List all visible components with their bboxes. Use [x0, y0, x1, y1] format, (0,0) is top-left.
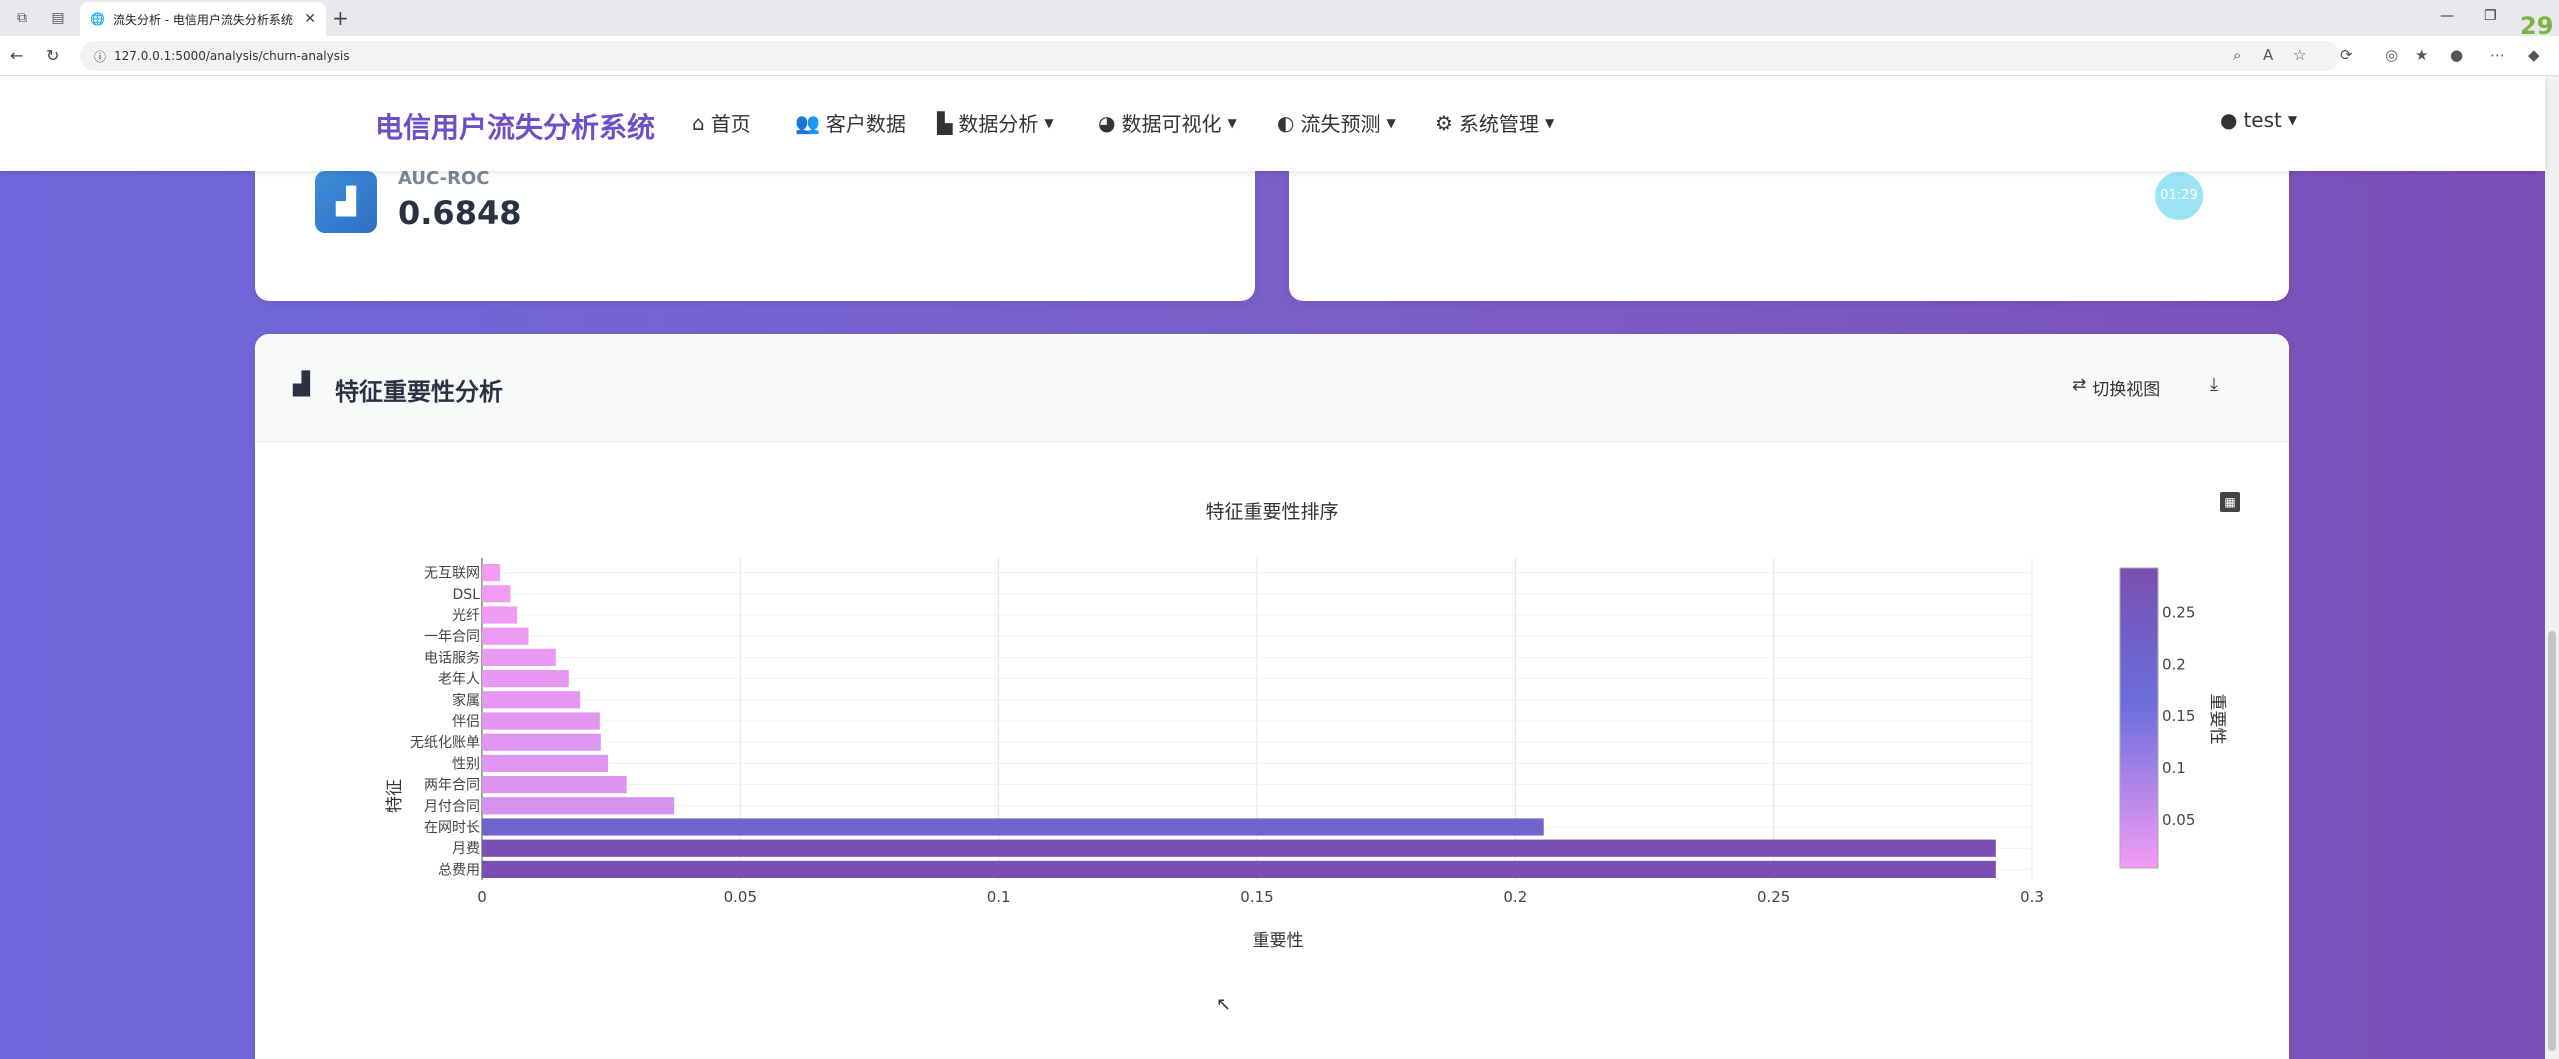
nav-analysis[interactable]: ▙ 数据分析 ▼ — [937, 108, 1054, 137]
url-field[interactable]: ⓘ 127.0.0.1:5000/analysis/churn-analysis — [80, 41, 2340, 71]
workspaces-icon[interactable]: ⧉ — [12, 8, 32, 28]
nav-prediction[interactable]: ◐ 流失预测 ▼ — [1277, 108, 1396, 137]
nav-visualization[interactable]: ◕ 数据可视化 ▼ — [1098, 108, 1237, 137]
new-tab-icon[interactable]: + — [332, 6, 349, 30]
browser-tab-bar: ⧉ ▤ 🌐 流失分析 - 电信用户流失分析系统 ✕ + — ❐ 29 — [0, 0, 2559, 40]
chart-toolbar-icon[interactable]: ▦ — [2220, 492, 2240, 512]
timer-badge[interactable]: 01:29 — [2155, 172, 2203, 220]
page-scrollbar[interactable] — [2545, 76, 2559, 1059]
tab-title: 流失分析 - 电信用户流失分析系统 — [112, 12, 293, 27]
favorites-icon[interactable]: ★ — [2415, 46, 2428, 64]
refresh-icon[interactable]: ↻ — [46, 46, 59, 65]
vertical-tabs-icon[interactable]: ▤ — [48, 8, 68, 28]
chevron-down-icon: ▼ — [1544, 115, 1555, 130]
nav-analysis-label: 数据分析 — [958, 112, 1039, 136]
users-icon: 👥 — [795, 110, 820, 135]
chart-line-icon: ▙ — [937, 110, 953, 135]
chevron-down-icon: ▼ — [1044, 115, 1054, 130]
nav-admin[interactable]: ⚙ 系统管理 ▼ — [1435, 108, 1554, 137]
podium-icon: ▟ — [293, 372, 310, 397]
back-icon[interactable]: ← — [10, 46, 23, 65]
url-text: 127.0.0.1:5000/analysis/churn-analysis — [114, 49, 350, 63]
nav-customers-label: 客户数据 — [825, 112, 906, 136]
nav-admin-label: 系统管理 — [1458, 112, 1539, 136]
profile-icon[interactable]: ● — [2450, 46, 2463, 64]
extensions-icon[interactable]: ⟳ — [2340, 46, 2353, 64]
minimize-icon[interactable]: — — [2440, 8, 2454, 24]
gear-icon: ⚙ — [1435, 110, 1453, 135]
nav-prediction-label: 流失预测 — [1300, 112, 1381, 136]
nav-customers[interactable]: 👥 客户数据 — [795, 108, 906, 137]
metric-label: AUC-ROC — [398, 168, 490, 189]
more-icon[interactable]: ⋯ — [2490, 46, 2505, 64]
brain-icon: ◐ — [1277, 110, 1295, 135]
scroll-thumb[interactable] — [2548, 631, 2556, 1051]
download-icon: ⤓ — [2210, 374, 2218, 395]
globe-icon: 🌐 — [90, 12, 105, 26]
chevron-down-icon: ▼ — [1386, 115, 1396, 130]
user-menu[interactable]: ● test ▼ — [2220, 108, 2297, 132]
swap-icon: ⇄ — [2072, 375, 2087, 395]
restore-icon[interactable]: ❐ — [2484, 8, 2497, 24]
download-button[interactable]: ⤓ — [2210, 374, 2218, 395]
browser-tab[interactable]: 🌐 流失分析 - 电信用户流失分析系统 ✕ — [80, 2, 326, 36]
brand-title[interactable]: 电信用户流失分析系统 — [375, 106, 655, 146]
page-viewport: 电信用户流失分析系统 ⌂ 首页 👥 客户数据 ▙ 数据分析 ▼ ◕ 数据可视化 ▼ ◐ 流失预… — [0, 76, 2559, 1059]
copilot-icon[interactable]: ◆ — [2528, 46, 2540, 64]
user-icon: ● — [2220, 108, 2238, 132]
feature-card-header — [255, 334, 2289, 442]
pie-icon: ◕ — [1098, 110, 1116, 135]
read-aloud-icon[interactable]: A — [2263, 46, 2273, 64]
auc-chart-icon: ▟ — [315, 171, 377, 233]
home-icon: ⌂ — [692, 110, 705, 135]
tracking-icon[interactable]: ◎ — [2385, 46, 2398, 64]
switch-view-button[interactable]: ⇄ 切换视图 — [2072, 375, 2160, 400]
zoom-icon[interactable]: ⌕ — [2233, 46, 2241, 64]
chevron-down-icon: ▼ — [2287, 113, 2298, 127]
feature-section-title: 特征重要性分析 — [335, 378, 503, 406]
metric-value: 0.6848 — [398, 194, 522, 232]
favorite-icon[interactable]: ☆ — [2293, 46, 2306, 64]
nav-visualization-label: 数据可视化 — [1121, 112, 1222, 136]
nav-home[interactable]: ⌂ 首页 — [692, 108, 751, 137]
info-icon: ⓘ — [94, 49, 107, 64]
switch-view-label: 切换视图 — [2092, 380, 2161, 400]
close-tab-icon[interactable]: ✕ — [304, 11, 316, 27]
address-bar: ← ↻ ⓘ 127.0.0.1:5000/analysis/churn-anal… — [0, 36, 2559, 76]
feature-importance-card — [255, 334, 2289, 1059]
chevron-down-icon: ▼ — [1227, 115, 1237, 130]
mouse-cursor-icon: ↖ — [1216, 994, 1232, 1015]
user-name: test — [2243, 108, 2282, 132]
top-navbar: 电信用户流失分析系统 ⌂ 首页 👥 客户数据 ▙ 数据分析 ▼ ◕ 数据可视化 ▼ ◐ 流失预… — [0, 76, 2545, 171]
nav-home-label: 首页 — [710, 112, 751, 136]
